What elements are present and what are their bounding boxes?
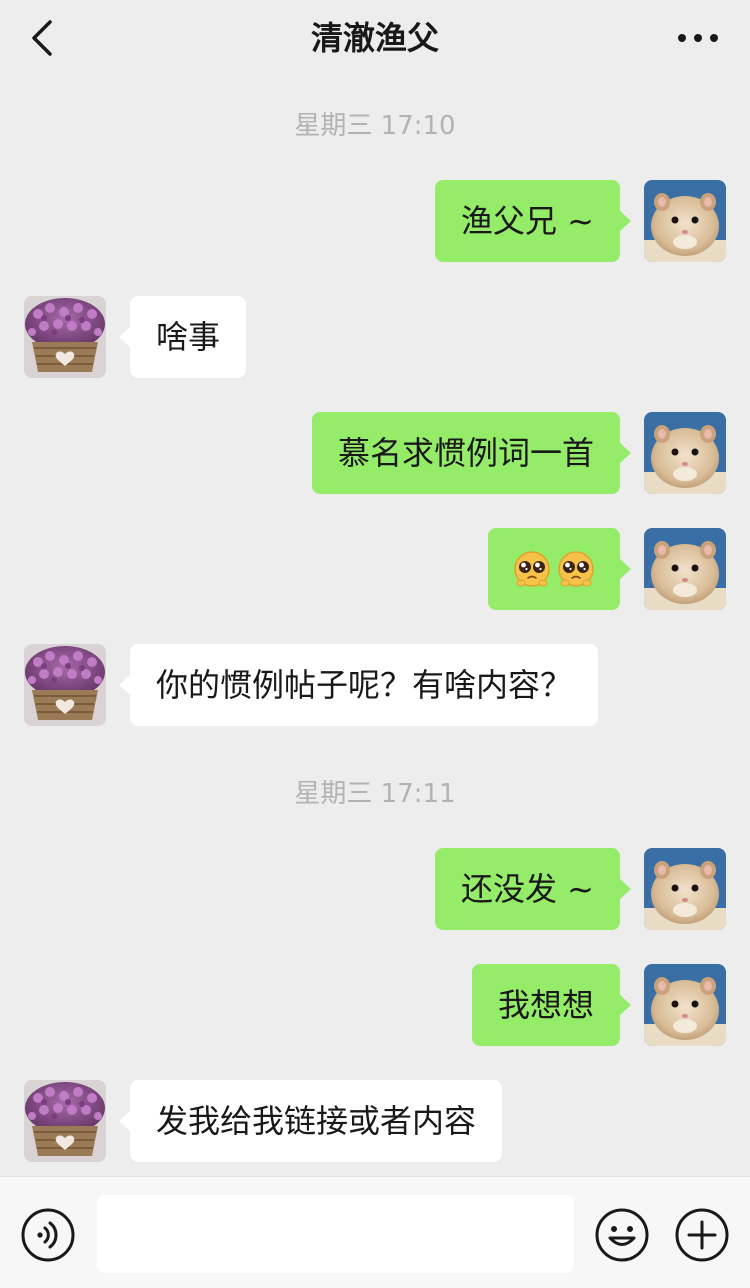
emoji-icon — [595, 1208, 649, 1262]
chat-header: 清澈渔父 — [0, 0, 750, 80]
my-avatar[interactable] — [644, 412, 726, 494]
timestamp: 星期三 17:10 — [294, 111, 456, 141]
timestamp: 星期三 17:11 — [294, 779, 456, 809]
pleading-face-emoji-icon — [556, 549, 596, 589]
message-bubble-emoji[interactable] — [488, 528, 631, 610]
emoji-button[interactable] — [594, 1207, 650, 1263]
chat-screen: 清澈渔父 星期三 17:10 渔父兄 ~ 啥事 慕名求惯例词一首 你的惯例帖子呢… — [0, 0, 750, 1288]
contact-avatar[interactable] — [24, 296, 106, 378]
message-bubble[interactable]: 还没发 ~ — [435, 848, 631, 930]
my-avatar[interactable] — [644, 528, 726, 610]
pleading-face-emoji-icon — [512, 549, 552, 589]
message-bubble[interactable]: 啥事 — [118, 296, 247, 378]
voice-icon — [21, 1208, 75, 1262]
voice-button[interactable] — [20, 1207, 76, 1263]
contact-avatar[interactable] — [24, 1080, 106, 1162]
message-input[interactable] — [97, 1195, 574, 1273]
more-button[interactable] — [676, 20, 720, 56]
message-bubble[interactable]: 渔父兄 ~ — [435, 180, 631, 262]
message-bubble[interactable]: 慕名求惯例词一首 — [311, 412, 632, 494]
message-bubble[interactable]: 我想想 — [471, 964, 632, 1046]
message-bubble[interactable]: 发我给我链接或者内容 — [118, 1080, 503, 1162]
plus-icon — [675, 1208, 729, 1262]
contact-avatar[interactable] — [24, 644, 106, 726]
plus-button[interactable] — [674, 1207, 730, 1263]
message-bubble[interactable]: 你的惯例帖子呢？有啥内容？ — [118, 644, 599, 726]
more-dots-icon — [678, 34, 718, 42]
my-avatar[interactable] — [644, 964, 726, 1046]
my-avatar[interactable] — [644, 848, 726, 930]
my-avatar[interactable] — [644, 180, 726, 262]
chat-title: 清澈渔父 — [310, 19, 439, 57]
input-bar — [0, 1176, 750, 1288]
